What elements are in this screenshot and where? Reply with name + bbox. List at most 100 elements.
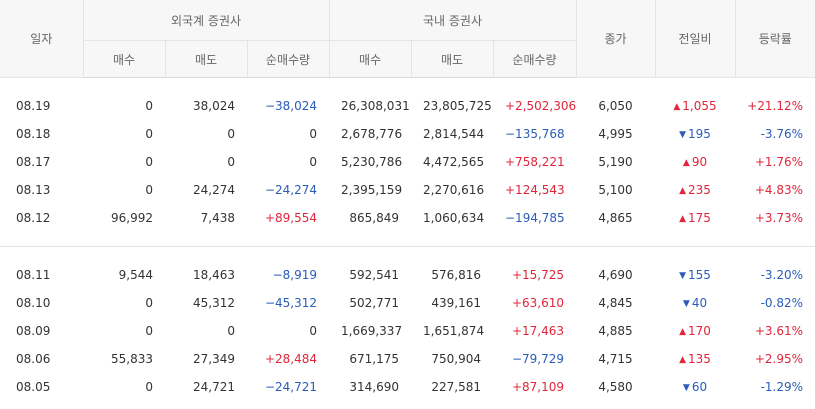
domestic-buy-cell: 865,849: [349, 211, 399, 225]
table-row: 08.06 55,833 27,349 +28,484 671,175 750,904 −7…: [0, 345, 815, 373]
domestic-buy-cell: 1,669,337: [341, 324, 403, 338]
close-price-cell: 4,580: [598, 380, 633, 394]
triangle-up-icon: ▲: [673, 102, 681, 112]
domestic-buy-cell: 592,541: [349, 268, 399, 282]
triangle-up-icon: ▲: [679, 214, 687, 224]
change-value: 135: [688, 352, 711, 366]
foreign-net-cell: −45,312: [264, 296, 317, 310]
domestic-sell-cell: 576,816: [431, 268, 481, 282]
triangle-down-icon: ▼: [682, 299, 690, 309]
change-cell: ▲ 175: [655, 204, 735, 232]
change-cell: ▼ 60: [655, 373, 735, 401]
domestic-sell-cell: 1,060,634: [423, 211, 485, 225]
change-value: 155: [688, 268, 711, 282]
domestic-sell-cell: 2,270,616: [423, 183, 485, 197]
foreign-net-cell: +89,554: [264, 211, 317, 225]
date-cell: 08.19: [16, 99, 51, 113]
header-date: 일자: [0, 0, 83, 78]
rate-cell: -3.20%: [760, 268, 804, 282]
domestic-net-cell: +17,463: [511, 324, 565, 338]
foreign-sell-cell: 7,438: [200, 211, 235, 225]
date-cell: 08.11: [16, 268, 51, 282]
foreign-sell-cell: 38,024: [193, 99, 235, 113]
date-cell: 08.06: [16, 352, 51, 366]
rate-cell: -1.29%: [760, 380, 804, 394]
table-body: 08.19 0 38,024 −38,024 26,308,031 23,805,725 +…: [0, 78, 815, 402]
header-foreign-buy: 매수: [82, 40, 165, 78]
domestic-buy-cell: 502,771: [349, 296, 399, 310]
table-row: 08.05 0 24,721 −24,721 314,690 227,581 +87,109…: [0, 373, 815, 401]
domestic-net-cell: +63,610: [511, 296, 565, 310]
close-price-cell: 4,995: [598, 127, 633, 141]
domestic-sell-cell: 2,814,544: [423, 127, 485, 141]
header-foreign-brokers: 외국계 증권사: [82, 0, 329, 41]
domestic-net-cell: −194,785: [505, 211, 565, 225]
foreign-net-cell: 0: [309, 324, 317, 338]
domestic-net-cell: +15,725: [511, 268, 565, 282]
close-price-cell: 4,845: [598, 296, 633, 310]
date-cell: 08.18: [16, 127, 51, 141]
rate-cell: +4.83%: [754, 183, 804, 197]
foreign-sell-cell: 24,721: [193, 380, 235, 394]
change-value: 195: [688, 127, 711, 141]
close-price-cell: 5,100: [598, 183, 633, 197]
change-cell: ▼ 40: [655, 289, 735, 317]
rate-cell: -0.82%: [760, 296, 804, 310]
foreign-buy-cell: 0: [145, 324, 153, 338]
foreign-net-cell: 0: [309, 155, 317, 169]
change-value: 235: [688, 183, 711, 197]
foreign-sell-cell: 18,463: [193, 268, 235, 282]
table-row: 08.13 0 24,274 −24,274 2,395,159 2,270,616 +12…: [0, 176, 815, 204]
change-value: 60: [691, 380, 708, 394]
foreign-net-cell: 0: [309, 127, 317, 141]
date-cell: 08.12: [16, 211, 51, 225]
foreign-sell-cell: 24,274: [193, 183, 235, 197]
close-price-cell: 5,190: [598, 155, 633, 169]
rate-cell: +3.61%: [754, 324, 804, 338]
foreign-sell-cell: 45,312: [193, 296, 235, 310]
change-cell: ▲ 135: [655, 345, 735, 373]
domestic-net-cell: −135,768: [505, 127, 565, 141]
close-price-cell: 4,715: [598, 352, 633, 366]
broker-trading-table: 일자 외국계 증권사 국내 증권사 종가 전일비 등락률 매수 매도 순매수량 …: [0, 0, 815, 401]
date-cell: 08.10: [16, 296, 51, 310]
rate-cell: -3.76%: [760, 127, 804, 141]
triangle-down-icon: ▼: [682, 383, 690, 393]
foreign-buy-cell: 0: [145, 99, 153, 113]
domestic-sell-cell: 227,581: [431, 380, 481, 394]
change-cell: ▼ 195: [655, 120, 735, 148]
domestic-buy-cell: 671,175: [349, 352, 399, 366]
triangle-down-icon: ▼: [679, 130, 687, 140]
change-cell: ▼ 155: [655, 261, 735, 289]
header-foreign-sell: 매도: [164, 40, 247, 78]
table-row: 08.09 0 0 0 1,669,337 1,651,874 +17,463 4,885 ▲ 1…: [0, 317, 815, 345]
domestic-net-cell: +2,502,306: [505, 99, 577, 113]
rate-cell: +1.76%: [754, 155, 804, 169]
foreign-sell-cell: 0: [227, 324, 235, 338]
triangle-up-icon: ▲: [679, 327, 687, 337]
foreign-buy-cell: 0: [145, 183, 153, 197]
foreign-net-cell: −8,919: [272, 268, 317, 282]
date-cell: 08.05: [16, 380, 51, 394]
close-price-cell: 4,885: [598, 324, 633, 338]
foreign-buy-cell: 96,992: [111, 211, 153, 225]
header-change: 전일비: [654, 0, 736, 78]
group-divider: [0, 232, 815, 247]
header-domestic-buy: 매수: [328, 40, 411, 78]
row-spacer: [0, 247, 815, 262]
domestic-net-cell: +758,221: [505, 155, 565, 169]
date-cell: 08.13: [16, 183, 51, 197]
domestic-sell-cell: 1,651,874: [423, 324, 485, 338]
rate-cell: +21.12%: [747, 99, 804, 113]
triangle-up-icon: ▲: [679, 186, 687, 196]
domestic-sell-cell: 439,161: [431, 296, 481, 310]
foreign-net-cell: +28,484: [264, 352, 317, 366]
rate-cell: +2.95%: [754, 352, 804, 366]
foreign-buy-cell: 55,833: [111, 352, 153, 366]
foreign-buy-cell: 9,544: [118, 268, 153, 282]
domestic-net-cell: +87,109: [511, 380, 565, 394]
triangle-up-icon: ▲: [679, 355, 687, 365]
header-foreign-net: 순매수량: [246, 40, 329, 78]
foreign-net-cell: −24,721: [264, 380, 317, 394]
header-domestic-sell: 매도: [410, 40, 493, 78]
